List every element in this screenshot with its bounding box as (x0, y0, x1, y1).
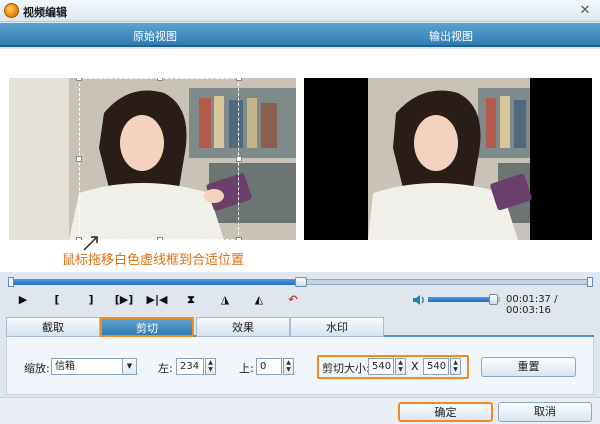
crop-width-stepper[interactable]: ▲ ▼ (395, 358, 406, 375)
ok-button[interactable]: 确定 (398, 402, 493, 422)
undo-button[interactable]: ↶ (284, 291, 302, 309)
output-subtitle: Shall we kiss kiss kiss (402, 224, 478, 232)
crop-width-input[interactable]: 540 (368, 358, 394, 375)
preview-area: Shall we kiss kiss kiss Shall we kiss ki… (0, 49, 600, 272)
output-frame-image (304, 78, 592, 240)
cancel-button[interactable]: 取消 (498, 402, 592, 422)
crop-selection-box[interactable] (76, 78, 242, 240)
volume-icon[interactable] (412, 293, 426, 307)
top-offset-label: 上: (239, 362, 254, 375)
timeline-end-marker[interactable] (587, 277, 593, 287)
crop-hint-text: 鼠标拖移白色虚线框到合适位置 (62, 253, 245, 268)
zoom-label: 缩放: (24, 362, 50, 375)
crop-handle-bottom-right[interactable] (236, 237, 242, 240)
output-view-label: 输出视图 (429, 30, 473, 43)
original-view-label: 原始视图 (133, 30, 177, 43)
time-display: 00:01:37 / 00:03:16 (506, 294, 600, 316)
split-button[interactable]: ⧗ (182, 291, 200, 309)
crop-size-times: X (411, 360, 419, 373)
volume-thumb[interactable] (489, 294, 498, 305)
dialog-footer: 确定 取消 (0, 397, 600, 424)
close-button[interactable]: ✕ (576, 2, 594, 19)
zoom-select-value: 信箱 (55, 361, 75, 372)
flip-vertical-button[interactable]: ◭ (250, 291, 268, 309)
mark-in-button[interactable]: [ (48, 291, 66, 309)
left-offset-input[interactable]: 234 (176, 358, 204, 375)
mark-out-button[interactable]: ] (82, 291, 100, 309)
top-offset-input[interactable]: 0 (256, 358, 282, 375)
left-offset-stepper[interactable]: ▲ ▼ (205, 358, 216, 375)
tab-effects[interactable]: 效果 (196, 317, 290, 337)
timeline-slider[interactable] (8, 277, 593, 287)
total-time: 00:03:16 (506, 305, 551, 316)
crop-handle-left[interactable] (76, 156, 82, 162)
edit-tabs: 截取 剪切 效果 水印 (6, 317, 594, 337)
crop-size-group: 剪切大小: 540 ▲ ▼ X 540 ▲ ▼ (317, 355, 469, 379)
top-offset-stepper[interactable]: ▲ ▼ (283, 358, 294, 375)
tab-watermark[interactable]: 水印 (290, 317, 384, 337)
left-offset-label: 左: (158, 362, 173, 375)
window-title: 视频编辑 (23, 6, 67, 19)
app-logo-icon (4, 3, 19, 18)
crop-handle-bottom[interactable] (157, 237, 163, 240)
crop-height-stepper[interactable]: ▲ ▼ (450, 358, 461, 375)
playback-controls: ▶ [ ] [▶] ▶|◀ ⧗ ◮ ◭ ↶ 00:01:37 / 00:03:1… (0, 289, 600, 316)
crop-handle-top-right[interactable] (236, 78, 242, 81)
view-header-bar: 原始视图 输出视图 (0, 23, 600, 47)
crop-height-input[interactable]: 540 (423, 358, 449, 375)
tab-crop[interactable]: 剪切 (100, 317, 194, 337)
output-video-preview: Shall we kiss kiss kiss (304, 78, 592, 240)
current-time: 00:01:37 (506, 294, 551, 305)
flip-horizontal-button[interactable]: ◮ (216, 291, 234, 309)
crop-settings-panel: 缩放: 信箱 ▼ 左: 234 ▲ ▼ 上: 0 ▲ ▼ 剪切大小: 540 ▲ ▼ … (6, 337, 594, 395)
crop-size-label: 剪切大小: (322, 362, 370, 375)
title-bar: 视频编辑 ✕ (0, 0, 600, 22)
zoom-select[interactable]: 信箱 ▼ (51, 358, 137, 375)
chevron-down-icon[interactable]: ▼ (122, 359, 136, 374)
crop-handle-right[interactable] (236, 156, 242, 162)
original-video-preview[interactable]: Shall we kiss kiss kiss (9, 78, 296, 240)
crop-handle-top-left[interactable] (76, 78, 82, 81)
play-button[interactable]: ▶ (14, 291, 32, 309)
volume-level (428, 297, 494, 302)
tab-trim[interactable]: 截取 (6, 317, 100, 337)
step-frame-button[interactable]: ▶|◀ (146, 291, 168, 309)
timeline-progress (8, 279, 301, 285)
reset-button[interactable]: 重置 (481, 357, 576, 377)
time-separator: / (554, 294, 558, 305)
crop-handle-top[interactable] (157, 78, 163, 81)
play-segment-button[interactable]: [▶] (113, 291, 135, 309)
timeline-start-marker[interactable] (8, 277, 14, 287)
timeline-thumb[interactable] (295, 277, 307, 287)
